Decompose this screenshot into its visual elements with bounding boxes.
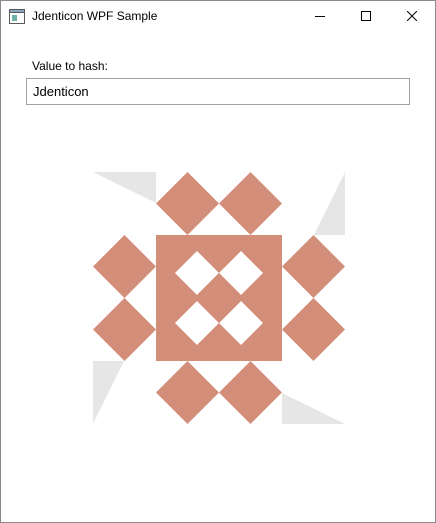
identicon-diamond-right-2 [282, 298, 345, 361]
window-app-icon [9, 9, 25, 24]
identicon-diamond-bottom-2 [219, 361, 282, 424]
minimize-icon [315, 16, 325, 17]
app-window: Jdenticon WPF Sample Value to hash: [0, 0, 436, 523]
maximize-button[interactable] [343, 1, 389, 31]
identicon-diamond-top-1 [156, 172, 219, 235]
title-bar[interactable]: Jdenticon WPF Sample [1, 1, 435, 32]
identicon-corner-bottom-left [93, 361, 124, 424]
identicon-image [93, 172, 345, 424]
identicon-diamond-bottom-1 [156, 361, 219, 424]
identicon-diamond-left-1 [93, 235, 156, 298]
value-to-hash-input[interactable] [26, 78, 410, 105]
identicon-corner-top-right [314, 172, 345, 235]
minimize-button[interactable] [297, 1, 343, 31]
identicon-diamond-top-2 [219, 172, 282, 235]
window-title: Jdenticon WPF Sample [32, 9, 158, 23]
close-button[interactable] [389, 1, 435, 31]
value-to-hash-label: Value to hash: [32, 59, 108, 73]
maximize-icon [361, 11, 371, 21]
identicon-diamond-right-1 [282, 235, 345, 298]
identicon-diamond-left-2 [93, 298, 156, 361]
close-icon [407, 11, 417, 21]
identicon-corner-bottom-right [282, 393, 345, 424]
identicon-corner-top-left [93, 172, 156, 203]
